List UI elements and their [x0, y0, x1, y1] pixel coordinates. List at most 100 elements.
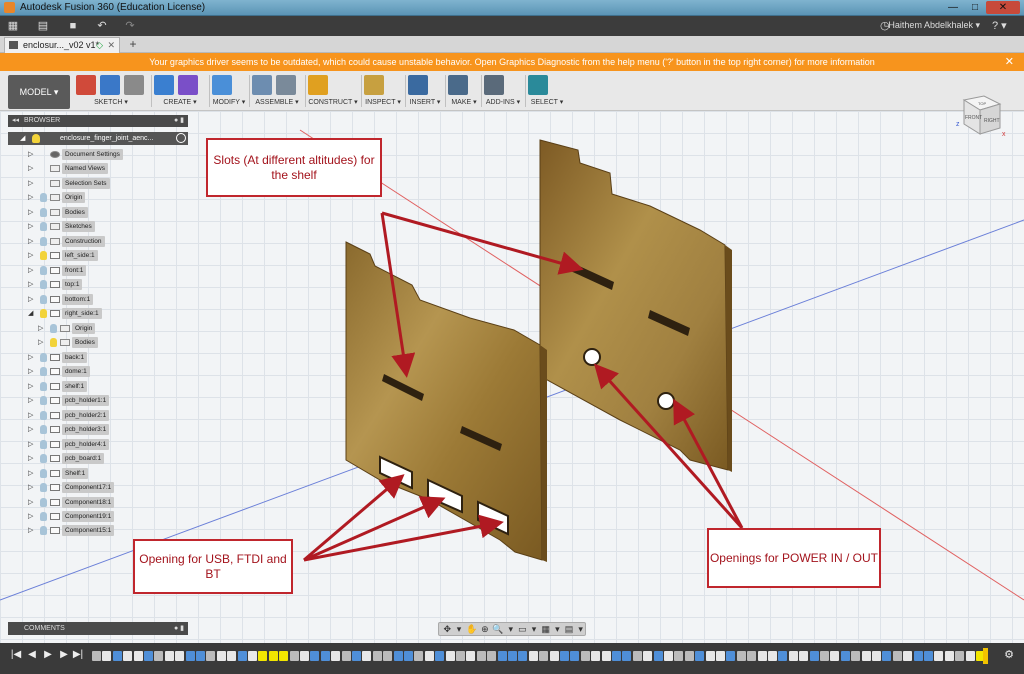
expand-chevron-icon[interactable]: ▷ — [28, 352, 33, 363]
timeline-marker[interactable] — [983, 648, 988, 664]
timeline-feature-highlight[interactable] — [279, 651, 289, 661]
visibility-bulb-icon[interactable] — [40, 294, 47, 304]
image-icon[interactable] — [408, 75, 428, 95]
timeline-feature-sketch[interactable] — [664, 651, 673, 661]
timeline-feature-sketch[interactable] — [227, 651, 237, 661]
browser-node[interactable]: ▷ shelf:1 — [28, 380, 188, 392]
workspace-switcher-button[interactable]: MODEL ▾ — [8, 75, 70, 109]
display-dropdown-icon[interactable]: ▾ — [530, 624, 539, 634]
redo-icon[interactable]: ↷ — [118, 18, 142, 34]
timeline-feature-body[interactable] — [840, 651, 850, 661]
timeline-feature-move[interactable] — [414, 651, 424, 661]
orbit-dropdown-icon[interactable]: ▾ — [455, 624, 464, 634]
close-tab-icon[interactable]: ✕ — [107, 38, 115, 52]
timeline-feature-body[interactable] — [393, 651, 403, 661]
timeline-feature-sketch[interactable] — [601, 651, 611, 661]
timeline-first-icon[interactable]: |◀ — [10, 648, 22, 662]
timeline-feature-sketch[interactable] — [716, 651, 725, 661]
timeline-feature-body[interactable] — [144, 651, 153, 661]
expand-chevron-icon[interactable]: ▷ — [28, 497, 33, 508]
timeline-feature-sketch[interactable] — [830, 651, 840, 661]
expand-chevron-icon[interactable]: ▷ — [28, 482, 33, 493]
browser-node[interactable]: ▷ Named Views — [28, 163, 188, 175]
visibility-bulb-icon[interactable] — [40, 454, 47, 464]
ribbon-group-label[interactable]: CREATE ▾ — [154, 98, 206, 106]
visibility-bulb-icon[interactable] — [40, 483, 47, 493]
ribbon-group-label[interactable]: SKETCH ▾ — [76, 98, 146, 106]
expand-chevron-icon[interactable]: ▷ — [28, 468, 33, 479]
timeline-feature-body[interactable] — [809, 651, 819, 661]
visibility-bulb-icon[interactable] — [50, 338, 57, 348]
timeline-feature-body[interactable] — [882, 651, 892, 661]
comments-pin-icon[interactable]: ● ▮ — [174, 622, 184, 635]
timeline-feature-sketch[interactable] — [164, 651, 174, 661]
timeline-feature-move[interactable] — [674, 651, 684, 661]
browser-node[interactable]: ▷ pcb_holder1:1 — [28, 395, 188, 407]
addins-icon[interactable] — [484, 75, 504, 95]
timeline-feature-move[interactable] — [684, 651, 694, 661]
expand-chevron-icon[interactable]: ▷ — [28, 525, 33, 536]
timeline-feature-move[interactable] — [383, 651, 393, 661]
timeline-feature-body[interactable] — [778, 651, 788, 661]
ribbon-group-label[interactable]: INSERT ▾ — [408, 98, 442, 106]
timeline-next-icon[interactable]: ▶ — [58, 648, 70, 662]
timeline-feature-move[interactable] — [580, 651, 590, 661]
document-tab[interactable]: enclosur..._v02 v1* ◇ ✕ — [4, 37, 120, 53]
timeline-feature-sketch[interactable] — [300, 651, 309, 661]
visibility-bulb-icon[interactable] — [40, 251, 47, 261]
ribbon-group-label[interactable]: MODIFY ▾ — [212, 98, 246, 106]
data-panel-grid-icon[interactable]: ▦ — [4, 18, 22, 34]
browser-node[interactable]: ▷ Bodies — [28, 206, 188, 218]
timeline-feature-body[interactable] — [435, 651, 445, 661]
timeline-feature-move[interactable] — [736, 651, 746, 661]
component-icon[interactable] — [252, 75, 272, 95]
browser-node[interactable]: ▷ Construction — [28, 235, 188, 247]
visibility-bulb-icon[interactable] — [40, 309, 47, 319]
expand-chevron-icon[interactable]: ▷ — [28, 395, 33, 406]
visibility-bulb-icon[interactable] — [40, 352, 47, 362]
visibility-bulb-icon[interactable] — [40, 396, 47, 406]
browser-node[interactable]: ▷ Component18:1 — [28, 496, 188, 508]
timeline-feature-sketch[interactable] — [102, 651, 112, 661]
timeline-track[interactable] — [92, 651, 997, 663]
timeline-feature-sketch[interactable] — [799, 651, 809, 661]
timeline-feature-highlight[interactable] — [268, 651, 278, 661]
browser-node[interactable]: ▷ Selection Sets — [28, 177, 188, 189]
timeline-feature-body[interactable] — [310, 651, 320, 661]
extrude-icon[interactable] — [154, 75, 174, 95]
orbit-icon[interactable]: ✥ — [443, 624, 452, 634]
expand-chevron-icon[interactable]: ▷ — [28, 207, 33, 218]
visibility-bulb-icon[interactable] — [40, 526, 47, 536]
visibility-bulb-icon[interactable] — [40, 280, 47, 290]
timeline-feature-sketch[interactable] — [903, 651, 913, 661]
file-menu-icon[interactable]: ▤ — [30, 18, 56, 34]
timeline-feature-body[interactable] — [695, 651, 705, 661]
timeline-feature-sketch[interactable] — [643, 651, 653, 661]
timeline-feature-body[interactable] — [560, 651, 569, 661]
timeline-feature-sketch[interactable] — [466, 651, 476, 661]
browser-node[interactable]: ▷ pcb_board:1 — [28, 453, 188, 465]
timeline-feature-body[interactable] — [622, 651, 632, 661]
browser-node[interactable]: ▷ bottom:1 — [28, 293, 188, 305]
timeline-feature-sketch[interactable] — [944, 651, 954, 661]
timeline-feature-body[interactable] — [112, 651, 122, 661]
grid-settings-icon[interactable]: ▦ — [541, 624, 550, 634]
visibility-bulb-icon[interactable] — [40, 410, 47, 420]
timeline-feature-move[interactable] — [747, 651, 757, 661]
timeline-feature-sketch[interactable] — [768, 651, 777, 661]
expand-chevron-icon[interactable]: ▷ — [28, 178, 33, 189]
expand-chevron-icon[interactable]: ▷ — [28, 221, 33, 232]
timeline-feature-sketch[interactable] — [445, 651, 455, 661]
collapse-browser-icon[interactable]: ◂◂ — [12, 115, 19, 127]
timeline-feature-sketch[interactable] — [528, 651, 538, 661]
browser-node[interactable]: ▷ dome:1 — [28, 366, 188, 378]
timeline-feature-sketch[interactable] — [549, 651, 559, 661]
timeline-feature-sketch[interactable] — [965, 651, 975, 661]
expand-chevron-icon[interactable]: ▷ — [28, 236, 33, 247]
save-icon[interactable]: ■ — [64, 18, 82, 34]
visibility-bulb-icon[interactable] — [40, 265, 47, 275]
pan-icon[interactable]: ✋ — [466, 624, 477, 634]
viewports-icon[interactable]: ▤ — [565, 624, 574, 634]
browser-node[interactable]: ▷ front:1 — [28, 264, 188, 276]
timeline-feature-sketch[interactable] — [757, 651, 767, 661]
